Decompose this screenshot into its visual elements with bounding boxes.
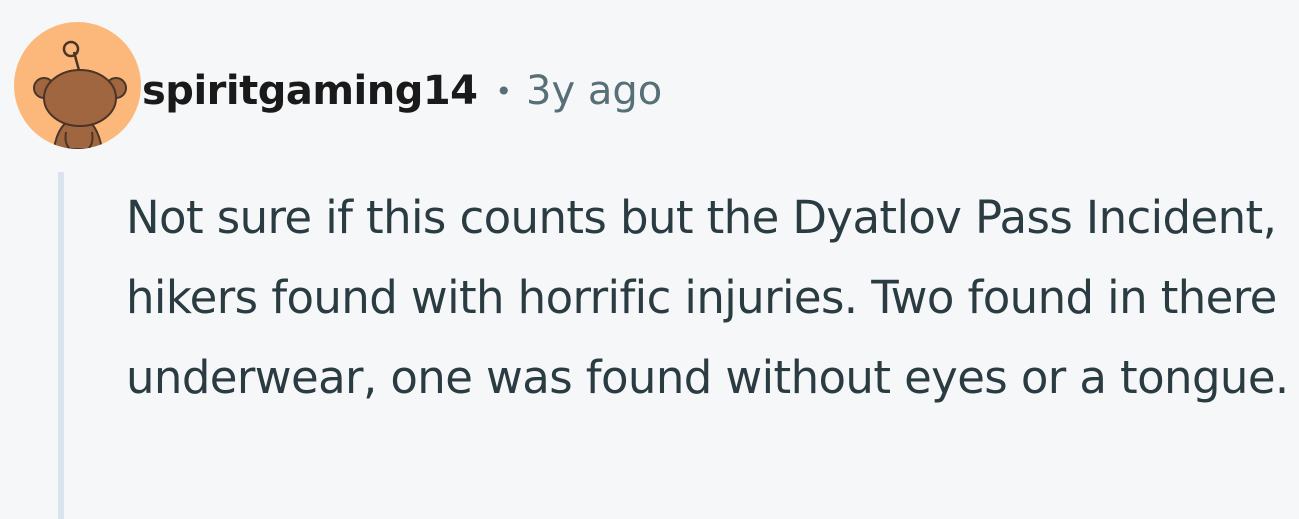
separator-dot: • — [495, 74, 513, 108]
comment: spiritgaming14 • 3y ago Not sure if this… — [0, 0, 1299, 519]
comment-timestamp[interactable]: 3y ago — [526, 68, 662, 114]
username-link[interactable]: spiritgaming14 — [142, 68, 478, 114]
user-avatar[interactable] — [14, 22, 141, 149]
thread-line[interactable] — [58, 172, 64, 519]
snoo-avatar-icon — [33, 40, 127, 149]
comment-body: Not sure if this counts but the Dyatlov … — [126, 178, 1296, 418]
comment-header: spiritgaming14 • 3y ago — [142, 64, 662, 118]
comment-text: Not sure if this counts but the Dyatlov … — [126, 191, 1289, 404]
